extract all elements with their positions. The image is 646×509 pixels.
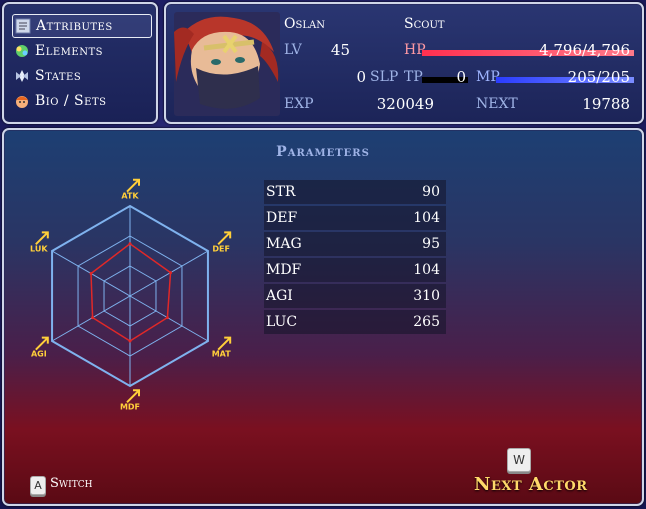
next-actor-key-icon[interactable]: W (507, 448, 531, 472)
radar-value-point (91, 316, 95, 320)
param-value: 310 (413, 288, 440, 304)
radar-value-point (169, 271, 173, 275)
arrow-icon (126, 178, 140, 193)
param-value: 104 (413, 262, 440, 278)
next-label: NEXT (476, 96, 518, 112)
param-name: MAG (266, 236, 302, 252)
radar-axis-label-atk: ATK (121, 178, 140, 201)
radar-axis-label-text: LUK (30, 244, 48, 253)
hp-value: 4,796/4,796 (539, 41, 630, 59)
slp-label: SLP (370, 69, 399, 85)
status-window: Oslan Scout LV 45 HP 4,796/4,796 0 SLP T… (164, 2, 644, 124)
param-row-def: DEF 104 (264, 206, 446, 230)
param-name: LUC (266, 314, 298, 330)
arrow-icon (217, 336, 232, 351)
radar-axis-label-text: AGI (31, 350, 47, 359)
tp-value: 0 (456, 68, 466, 86)
radar-axis-label-text: ATK (121, 192, 139, 201)
radar-value-point (89, 272, 93, 275)
radar-value-polygon (90, 242, 172, 342)
parameters-window: Parameters ATK DEF MAT MDF AGI LUK STR 90 DEF… (2, 128, 644, 506)
exp-value: 320049 (376, 95, 434, 113)
arrow-icon (217, 231, 232, 246)
radar-value-point (128, 339, 132, 343)
radar-axis-label-mat: MAT (212, 336, 232, 359)
bio-icon (12, 91, 32, 111)
radar-axis-label-text: MDF (120, 402, 140, 411)
actor-name: Oslan (284, 16, 325, 32)
actor-class: Scout (404, 16, 445, 32)
param-row-mdf: MDF 104 (264, 258, 446, 282)
command-label: Elements (35, 43, 103, 59)
radar-values (89, 242, 173, 343)
param-name: MDF (266, 262, 302, 278)
command-label: States (35, 68, 82, 84)
command-elements[interactable]: Elements (12, 39, 152, 63)
command-window: Attributes Elements States Bio / Sets (2, 2, 158, 124)
level-value: 45 (330, 41, 350, 59)
radar-axis-label-text: DEF (212, 244, 230, 253)
tp-label: TP (404, 69, 423, 85)
param-row-str: STR 90 (264, 180, 446, 204)
param-row-mag: MAG 95 (264, 232, 446, 256)
actor-portrait (174, 12, 280, 116)
command-attributes[interactable]: Attributes (12, 14, 152, 38)
param-name: DEF (266, 210, 298, 226)
radar-axis-label-mdf: MDF (120, 389, 140, 411)
param-value: 90 (422, 184, 440, 200)
command-bio-sets[interactable]: Bio / Sets (12, 89, 152, 113)
command-label: Bio / Sets (35, 93, 107, 109)
param-value: 95 (422, 236, 440, 252)
attributes-icon (13, 16, 33, 36)
slp-value: 0 (356, 68, 366, 86)
radar-axis-label-text: MAT (212, 350, 232, 359)
parameters-title: Parameters (276, 144, 370, 160)
exp-label: EXP (284, 96, 314, 112)
radar-axis-label-luk: LUK (30, 231, 49, 253)
radar-axis-label-def: DEF (212, 231, 232, 253)
param-row-luc: LUC 265 (264, 310, 446, 334)
param-value: 104 (413, 210, 440, 226)
param-row-agi: AGI 310 (264, 284, 446, 308)
switch-label[interactable]: Switch (50, 476, 92, 491)
next-actor-button[interactable]: Next Actor (474, 474, 588, 495)
command-label: Attributes (36, 18, 113, 34)
arrow-icon (35, 231, 49, 246)
arrow-icon (126, 389, 140, 404)
param-name: AGI (266, 288, 293, 304)
mp-value: 205/205 (567, 68, 630, 86)
arrow-icon (35, 336, 49, 351)
elements-icon (12, 41, 32, 61)
radar-axis-label-agi: AGI (31, 336, 49, 359)
radar-value-point (128, 242, 132, 246)
switch-key-icon[interactable]: A (30, 476, 46, 495)
radar-chart: ATK DEF MAT MDF AGI LUK (30, 178, 232, 411)
level-label: LV (284, 42, 302, 58)
param-name: STR (266, 184, 296, 200)
command-states[interactable]: States (12, 64, 152, 88)
radar-grid (51, 204, 209, 388)
radar-value-point (165, 316, 169, 320)
next-value: 19788 (582, 95, 630, 113)
param-value: 265 (413, 314, 440, 330)
states-icon (12, 66, 32, 86)
